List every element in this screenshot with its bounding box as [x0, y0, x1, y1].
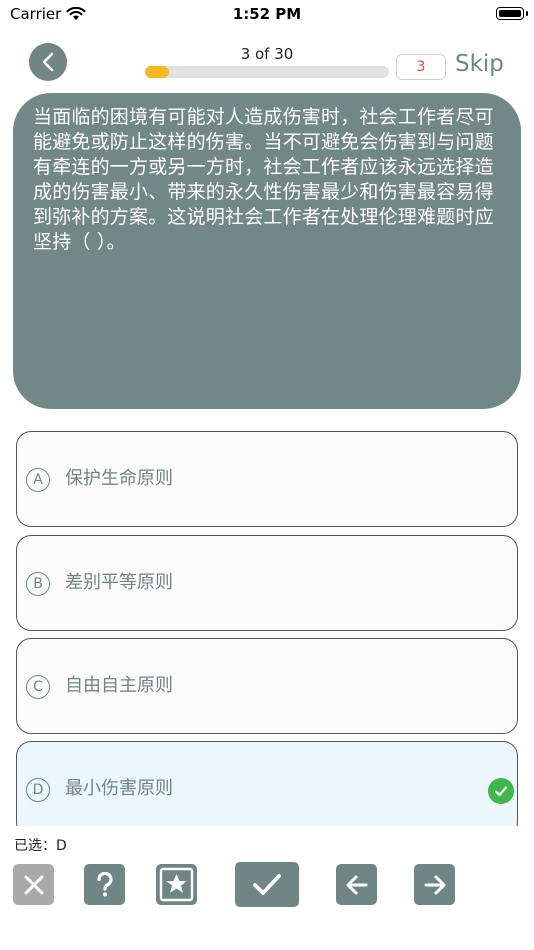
checkmark-icon [253, 873, 281, 895]
previous-button[interactable] [336, 864, 377, 905]
counter-badge: 3 [396, 54, 446, 80]
question-card: 当面临的困境有可能对人造成伤害时，社会工作者尽可能避免或防止这样的伤害。当不可避… [13, 93, 521, 409]
option-letter: B [26, 572, 50, 596]
option-letter: A [26, 468, 50, 492]
option-text: 差别平等原则 [65, 572, 173, 593]
back-button[interactable] [29, 43, 67, 81]
question-icon [96, 871, 113, 896]
option-letter: D [26, 778, 50, 802]
option-text: 自由自主原则 [65, 675, 173, 696]
star-icon [159, 867, 194, 902]
arrow-left-icon [346, 875, 367, 894]
chevron-left-icon [42, 52, 54, 72]
option-b[interactable]: B 差别平等原则 [16, 535, 518, 631]
close-icon [24, 875, 43, 894]
status-bar: Carrier 1:52 PM [0, 0, 534, 30]
clock: 1:52 PM [232, 5, 302, 23]
question-text: 当面临的困境有可能对人造成伤害时，社会工作者尽可能避免或防止这样的伤害。当不可避… [33, 106, 494, 253]
option-text: 最小伤害原则 [65, 778, 173, 799]
hint-button[interactable] [84, 864, 125, 905]
option-c[interactable]: C 自由自主原则 [16, 638, 518, 734]
favorite-button[interactable] [156, 864, 197, 905]
progress-bar [145, 66, 389, 78]
option-text: 保护生命原则 [65, 468, 173, 489]
option-a[interactable]: A 保护生命原则 [16, 431, 518, 527]
progress-bar-fill [145, 66, 170, 78]
battery-icon [496, 7, 528, 20]
option-letter: C [26, 675, 50, 699]
arrow-right-icon [424, 875, 445, 894]
next-button[interactable] [414, 864, 455, 905]
option-d[interactable]: D 最小伤害原则 [16, 741, 518, 837]
progress-label: 3 of 30 [240, 45, 294, 63]
close-button[interactable] [13, 864, 54, 905]
skip-button[interactable]: Skip [455, 51, 504, 77]
selected-answer-label: 已选：D [14, 838, 67, 854]
checkmark-icon [488, 778, 514, 804]
submit-button[interactable] [235, 862, 299, 907]
